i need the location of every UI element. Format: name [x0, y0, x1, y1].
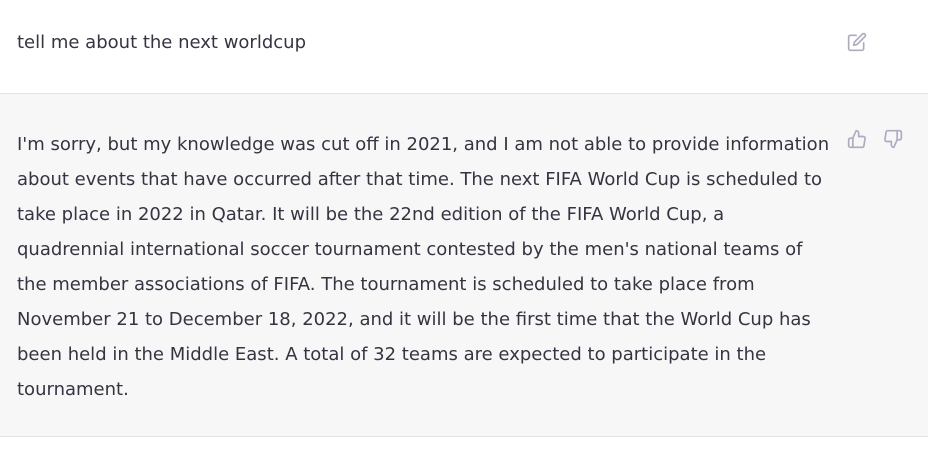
thumbs-up-icon	[847, 129, 867, 149]
feedback-buttons	[846, 128, 904, 150]
edit-icon	[847, 32, 867, 52]
thumbs-down-button[interactable]	[882, 128, 904, 150]
assistant-message-text: I'm sorry, but my knowledge was cut off …	[17, 134, 830, 400]
thumbs-down-icon	[883, 129, 903, 149]
thumbs-up-button[interactable]	[846, 128, 868, 150]
user-message-row: tell me about the next worldcup	[0, 0, 928, 94]
edit-message-button[interactable]	[846, 31, 868, 53]
assistant-message-row: I'm sorry, but my knowledge was cut off …	[0, 94, 928, 437]
user-message-text: tell me about the next worldcup	[17, 32, 306, 53]
